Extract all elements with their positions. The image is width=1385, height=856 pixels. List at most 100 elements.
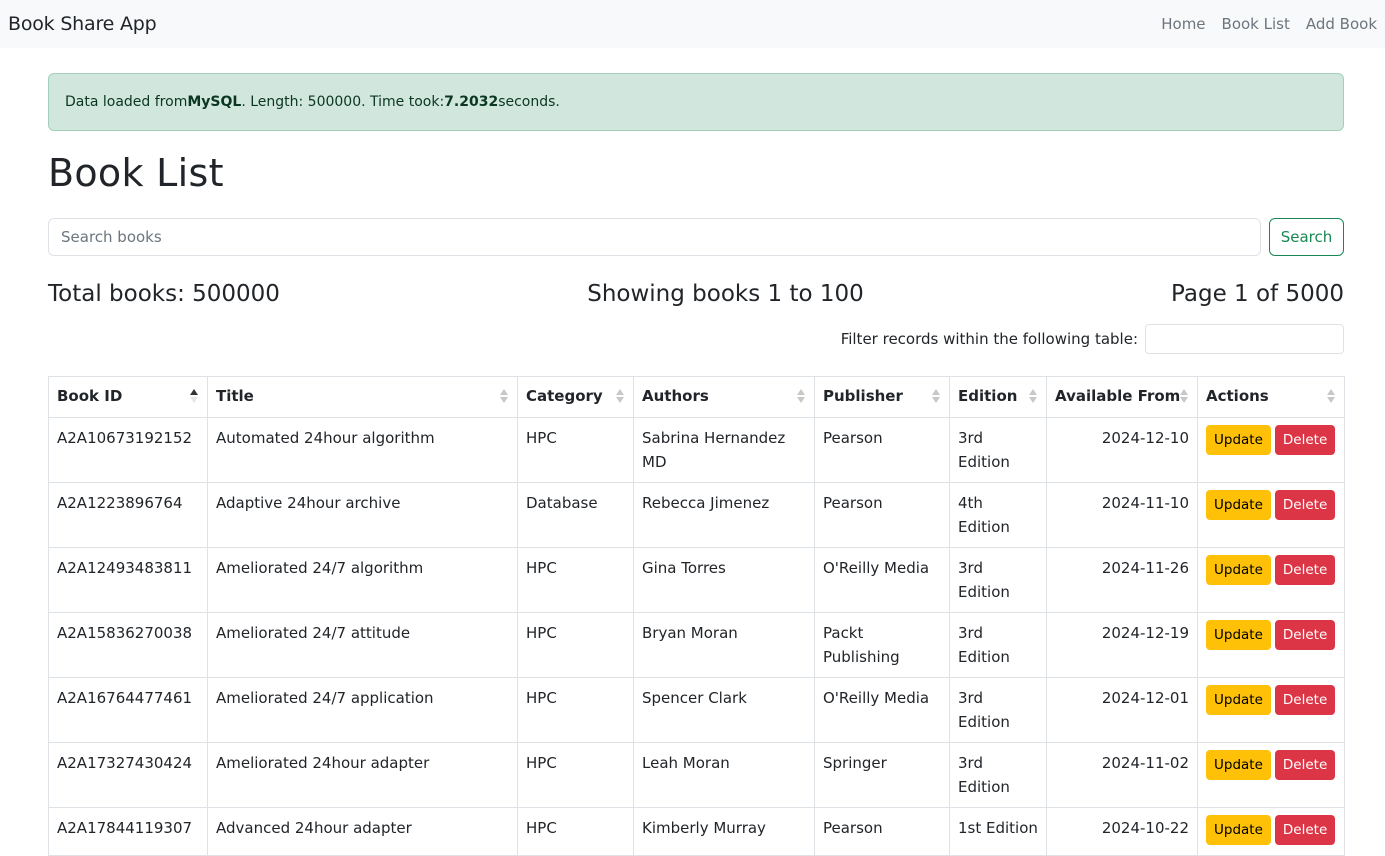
- cell-title: Automated 24hour algorithm: [207, 417, 518, 483]
- cell-title: Ameliorated 24/7 application: [207, 677, 518, 743]
- cell-category: HPC: [517, 807, 634, 856]
- update-button[interactable]: Update: [1206, 425, 1271, 455]
- cell-actions: Update Delete: [1197, 807, 1345, 856]
- nav-add-book[interactable]: Add Book: [1306, 15, 1377, 33]
- delete-button[interactable]: Delete: [1274, 555, 1336, 585]
- alert-prefix: Data loaded from: [65, 94, 188, 110]
- nav-book-list[interactable]: Book List: [1222, 15, 1290, 33]
- cell-edition: 3rd Edition: [949, 547, 1047, 613]
- filter-label: Filter records within the following tabl…: [840, 330, 1138, 348]
- cell-book-id: A2A1223896764: [48, 482, 208, 548]
- cell-category: HPC: [517, 742, 634, 808]
- cell-authors: Rebecca Jimenez: [633, 482, 815, 548]
- sort-icon: [1029, 389, 1037, 405]
- cell-title: Ameliorated 24/7 attitude: [207, 612, 518, 678]
- cell-title: Ameliorated 24/7 algorithm: [207, 547, 518, 613]
- cell-category: HPC: [517, 677, 634, 743]
- delete-button[interactable]: Delete: [1274, 620, 1336, 650]
- cell-category: HPC: [517, 612, 634, 678]
- search-row: Search: [48, 218, 1344, 256]
- cell-publisher: Springer: [814, 742, 950, 808]
- main-container: Data loaded from MySQL. Length: 500000. …: [48, 73, 1345, 856]
- column-header-edition[interactable]: Edition: [949, 376, 1047, 418]
- cell-actions: Update Delete: [1197, 612, 1345, 678]
- cell-book-id: A2A16764477461: [48, 677, 208, 743]
- column-header-actions[interactable]: Actions: [1197, 376, 1345, 418]
- column-label: Title: [216, 387, 254, 405]
- delete-button[interactable]: Delete: [1274, 685, 1336, 715]
- load-alert: Data loaded from MySQL. Length: 500000. …: [48, 73, 1344, 131]
- cell-edition: 4th Edition: [949, 482, 1047, 548]
- table-row: A2A10673192152 Automated 24hour algorith…: [48, 417, 1345, 483]
- cell-actions: Update Delete: [1197, 742, 1345, 808]
- delete-button[interactable]: Delete: [1274, 815, 1336, 845]
- cell-edition: 3rd Edition: [949, 417, 1047, 483]
- cell-book-id: A2A15836270038: [48, 612, 208, 678]
- cell-publisher: O'Reilly Media: [814, 677, 950, 743]
- cell-actions: Update Delete: [1197, 547, 1345, 613]
- table-row: A2A16764477461 Ameliorated 24/7 applicat…: [48, 677, 1345, 743]
- table-row: A2A17844119307 Advanced 24hour adapter H…: [48, 807, 1345, 856]
- sort-icon: [500, 389, 508, 405]
- filter-input[interactable]: [1145, 324, 1344, 354]
- total-books: Total books: 500000: [48, 281, 280, 307]
- cell-authors: Sabrina Hernandez MD: [633, 417, 815, 483]
- search-button[interactable]: Search: [1269, 218, 1344, 256]
- update-button[interactable]: Update: [1206, 750, 1271, 780]
- cell-title: Ameliorated 24hour adapter: [207, 742, 518, 808]
- brand[interactable]: Book Share App: [8, 13, 157, 35]
- table-row: A2A15836270038 Ameliorated 24/7 attitude…: [48, 612, 1345, 678]
- cell-category: HPC: [517, 417, 634, 483]
- sort-icon: [616, 389, 624, 405]
- update-button[interactable]: Update: [1206, 620, 1271, 650]
- cell-authors: Bryan Moran: [633, 612, 815, 678]
- cell-available-from: 2024-12-10: [1046, 417, 1198, 483]
- column-label: Category: [526, 387, 603, 405]
- column-label: Authors: [642, 387, 709, 405]
- cell-available-from: 2024-11-26: [1046, 547, 1198, 613]
- cell-actions: Update Delete: [1197, 417, 1345, 483]
- update-button[interactable]: Update: [1206, 555, 1271, 585]
- column-header-authors[interactable]: Authors: [633, 376, 815, 418]
- cell-available-from: 2024-12-01: [1046, 677, 1198, 743]
- cell-authors: Kimberly Murray: [633, 807, 815, 856]
- table-body: A2A10673192152 Automated 24hour algorith…: [48, 417, 1345, 856]
- column-label: Available From: [1055, 387, 1181, 405]
- cell-edition: 3rd Edition: [949, 612, 1047, 678]
- cell-edition: 1st Edition: [949, 807, 1047, 856]
- column-header-category[interactable]: Category: [517, 376, 634, 418]
- cell-authors: Leah Moran: [633, 742, 815, 808]
- column-header-available-from[interactable]: Available From: [1046, 376, 1198, 418]
- column-header-title[interactable]: Title: [207, 376, 518, 418]
- alert-source: MySQL: [187, 94, 242, 110]
- table-header-row: Book ID Title Category Authors Publisher…: [48, 376, 1345, 418]
- cell-authors: Spencer Clark: [633, 677, 815, 743]
- nav-links: Home Book List Add Book: [1161, 15, 1377, 33]
- search-input[interactable]: [48, 218, 1261, 256]
- delete-button[interactable]: Delete: [1274, 490, 1336, 520]
- cell-title: Advanced 24hour adapter: [207, 807, 518, 856]
- column-header-book-id[interactable]: Book ID: [48, 376, 208, 418]
- nav-home[interactable]: Home: [1161, 15, 1205, 33]
- page-title: Book List: [48, 151, 224, 195]
- column-header-publisher[interactable]: Publisher: [814, 376, 950, 418]
- sort-icon: [797, 389, 805, 405]
- cell-publisher: Pearson: [814, 807, 950, 856]
- cell-available-from: 2024-12-19: [1046, 612, 1198, 678]
- cell-publisher: Pearson: [814, 482, 950, 548]
- alert-suffix: seconds.: [498, 94, 560, 110]
- column-label: Publisher: [823, 387, 903, 405]
- delete-button[interactable]: Delete: [1274, 750, 1336, 780]
- cell-book-id: A2A12493483811: [48, 547, 208, 613]
- update-button[interactable]: Update: [1206, 815, 1271, 845]
- cell-publisher: Packt Publishing: [814, 612, 950, 678]
- update-button[interactable]: Update: [1206, 490, 1271, 520]
- table-row: A2A17327430424 Ameliorated 24hour adapte…: [48, 742, 1345, 808]
- filter-row: Filter records within the following tabl…: [48, 324, 1344, 354]
- alert-middle: . Length: 500000. Time took:: [241, 94, 445, 110]
- page-indicator: Page 1 of 5000: [1171, 281, 1344, 307]
- update-button[interactable]: Update: [1206, 685, 1271, 715]
- table-row: A2A1223896764 Adaptive 24hour archive Da…: [48, 482, 1345, 548]
- delete-button[interactable]: Delete: [1274, 425, 1336, 455]
- cell-edition: 3rd Edition: [949, 742, 1047, 808]
